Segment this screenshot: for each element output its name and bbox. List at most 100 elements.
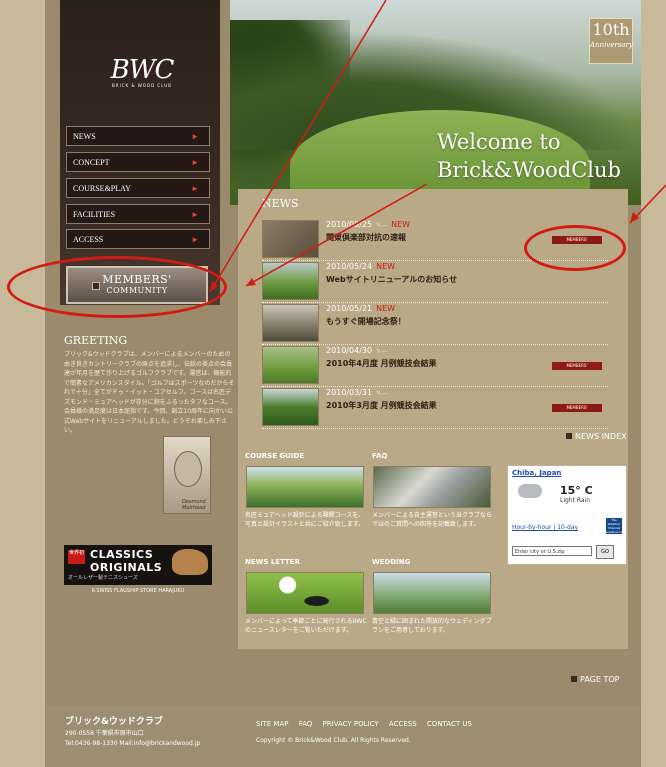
nav-label: COURSE&PLAY bbox=[73, 184, 131, 193]
welcome-line2: Brick&WoodClub bbox=[436, 158, 621, 182]
anniversary-badge: 10th Anniversary bbox=[589, 18, 633, 64]
rain-cloud-icon bbox=[518, 484, 542, 498]
news-item[interactable]: 2010/05/21 NEW もうすぐ開場記念祭！ bbox=[262, 302, 608, 345]
nav-item-facilities[interactable]: FACILITIES ► bbox=[66, 204, 210, 224]
page-top-link[interactable]: PAGE TOP bbox=[571, 675, 619, 684]
weather-go-button[interactable]: GO bbox=[596, 545, 614, 559]
square-bullet-icon bbox=[571, 676, 577, 682]
welcome-line1: Welcome to bbox=[436, 130, 561, 154]
news-thumbnail bbox=[262, 388, 319, 426]
news-title[interactable]: 関東倶楽部対抗の速報 bbox=[326, 232, 406, 243]
wedding-heading[interactable]: WEDDING bbox=[372, 558, 410, 566]
news-index-link[interactable]: NEWS INDEX bbox=[566, 432, 627, 441]
kswiss-line3: オールレザー製テニスシューズ bbox=[68, 575, 138, 581]
news-title[interactable]: もうすぐ開場記念祭！ bbox=[326, 316, 406, 327]
arrow-right-icon: ► bbox=[191, 184, 199, 193]
weather-location[interactable]: Chiba, Japan bbox=[512, 469, 561, 477]
footer-contact: Tel:0436-98-1330 Mail:info@brickandwood.… bbox=[65, 740, 201, 747]
logo-mark: BWC bbox=[110, 55, 175, 85]
anniversary-number: 10th bbox=[592, 20, 630, 39]
nav-label: CONCEPT bbox=[73, 158, 110, 167]
footer-postal-address: 290-0558 千葉県市原市山口 bbox=[65, 730, 144, 737]
footer-link-access[interactable]: ACCESS bbox=[389, 720, 417, 728]
kswiss-tag: 世界初 bbox=[68, 550, 85, 564]
course-guide-text: 名匠ミュアヘッド設計による難関コースを、写真と設計イラストと共にご紹介致します。 bbox=[245, 512, 365, 528]
news-title[interactable]: 2010年3月度 月例競技会結果 bbox=[326, 400, 437, 411]
nav-item-concept[interactable]: CONCEPT ► bbox=[66, 152, 210, 172]
news-thumbnail bbox=[262, 220, 319, 258]
weather-temp: 15° C bbox=[560, 484, 593, 497]
news-item[interactable]: 2010/03/31 ✎— 2010年3月度 月例競技会結果 MEMBERS' bbox=[262, 386, 608, 429]
weather-forecast-links[interactable]: Hour-by-hour | 10-day bbox=[512, 524, 578, 531]
news-thumbnail bbox=[262, 304, 319, 342]
nav-item-course-play[interactable]: COURSE&PLAY ► bbox=[66, 178, 210, 198]
news-index-label: NEWS INDEX bbox=[575, 432, 627, 441]
kswiss-line2: ORIGINALS bbox=[90, 561, 163, 574]
footer-link-privacy[interactable]: PRIVACY POLICY bbox=[323, 720, 379, 728]
course-guide-heading[interactable]: COURSE GUIDE bbox=[245, 452, 304, 460]
faq-image[interactable] bbox=[373, 466, 491, 508]
kswiss-banner[interactable]: 世界初 CLASSICS ORIGINALS オールレザー製テニスシューズ bbox=[64, 545, 212, 585]
annotation-oval-members bbox=[7, 256, 227, 318]
news-date: 2010/05/21 bbox=[326, 304, 373, 313]
footer-copyright: Copyright © Brick&Wood Club. All Rights … bbox=[256, 737, 411, 744]
face-icon bbox=[174, 451, 202, 487]
members-badge: MEMBERS' bbox=[552, 362, 602, 370]
annotation-oval-badge bbox=[524, 225, 626, 271]
footer-link-contact[interactable]: CONTACT US bbox=[427, 720, 472, 728]
new-badge: NEW bbox=[376, 262, 396, 271]
nav-label: NEWS bbox=[73, 132, 96, 141]
news-thumbnail bbox=[262, 262, 319, 300]
members-badge: MEMBERS' bbox=[552, 404, 602, 412]
newsletter-heading[interactable]: NEWS LETTER bbox=[245, 558, 300, 566]
founder-portrait: Desmond Muirhead bbox=[163, 436, 211, 514]
news-date-line: 2010/05/25 ✎— NEW bbox=[326, 220, 410, 229]
news-title[interactable]: Webサイトリニューアルのお知らせ bbox=[326, 274, 457, 285]
nav-item-access[interactable]: ACCESS ► bbox=[66, 229, 210, 249]
wedding-image[interactable] bbox=[373, 572, 491, 614]
pen-icon: ✎— bbox=[376, 222, 388, 229]
arrow-right-icon: ► bbox=[191, 158, 199, 167]
new-badge: NEW bbox=[391, 220, 411, 229]
weather-widget: Chiba, Japan 15° C Light Rain Hour-by-ho… bbox=[507, 465, 627, 565]
portrait-signature: Desmond Muirhead bbox=[182, 499, 206, 511]
wedding-text: 青空と緑に囲まれた開放的なウェディングプランをご用意しております。 bbox=[372, 618, 492, 634]
pen-icon: ✎— bbox=[376, 390, 388, 397]
news-date: 2010/04/30 bbox=[326, 346, 373, 355]
news-title[interactable]: 2010年4月度 月例競技会結果 bbox=[326, 358, 437, 369]
arrow-right-icon: ► bbox=[191, 132, 199, 141]
square-bullet-icon bbox=[566, 433, 572, 439]
new-badge: NEW bbox=[376, 304, 396, 313]
nav-label: ACCESS bbox=[73, 235, 104, 244]
weather-condition: Light Rain bbox=[560, 497, 591, 504]
footer-address: 290-0558 千葉県市原市山口 Tel:0436-98-1330 Mail:… bbox=[65, 729, 200, 749]
greeting-heading: GREETING bbox=[64, 334, 128, 347]
kswiss-caption: K-SWISS FLAGSHIP STORE HARAJUKU bbox=[91, 588, 185, 594]
weather-location-input[interactable]: Enter city or U.S.zip bbox=[512, 546, 592, 556]
news-date-line: 2010/05/21 NEW bbox=[326, 304, 395, 313]
news-item[interactable]: 2010/04/30 ✎— 2010年4月度 月例競技会結果 MEMBERS' bbox=[262, 344, 608, 387]
anniversary-text: Anniversary bbox=[590, 41, 633, 49]
news-thumbnail bbox=[262, 346, 319, 384]
faq-text: メンバーによる自主運営という当クラブならではのご質問への回答を記載致します。 bbox=[372, 512, 492, 528]
shoe-icon bbox=[172, 549, 208, 575]
page-top-label: PAGE TOP bbox=[580, 675, 620, 684]
footer-link-faq[interactable]: FAQ bbox=[299, 720, 313, 728]
nav-item-news[interactable]: NEWS ► bbox=[66, 126, 210, 146]
news-date: 2010/05/25 bbox=[326, 220, 373, 229]
welcome-heading: Welcome to Brick&WoodClub bbox=[437, 128, 621, 184]
weather-channel-logo[interactable]: The Weather Channel weather.com bbox=[606, 518, 625, 534]
news-date: 2010/05/24 bbox=[326, 262, 373, 271]
arrow-right-icon: ► bbox=[191, 235, 199, 244]
newsletter-text: メンバーによって季節ごとに発行されるBWCのニュースレターをご覧いただけます。 bbox=[245, 618, 367, 634]
newsletter-image[interactable] bbox=[246, 572, 364, 614]
site-logo[interactable]: BWC BRICK & WOOD CLUB bbox=[107, 55, 177, 88]
footer-club-name: ブリック&ウッドクラブ bbox=[65, 717, 163, 727]
hero-banner: 10th Anniversary Welcome to Brick&WoodCl… bbox=[230, 0, 641, 205]
arrow-right-icon: ► bbox=[191, 210, 199, 219]
faq-heading[interactable]: FAQ bbox=[372, 452, 387, 460]
footer-link-sitemap[interactable]: SITE MAP bbox=[256, 720, 288, 728]
greeting-body: ブリック&ウッドクラブは、メンバーによるメンバーのための由き良きカントリークラブ… bbox=[64, 351, 235, 434]
course-guide-image[interactable] bbox=[246, 466, 364, 508]
logo-subtitle: BRICK & WOOD CLUB bbox=[112, 83, 172, 88]
